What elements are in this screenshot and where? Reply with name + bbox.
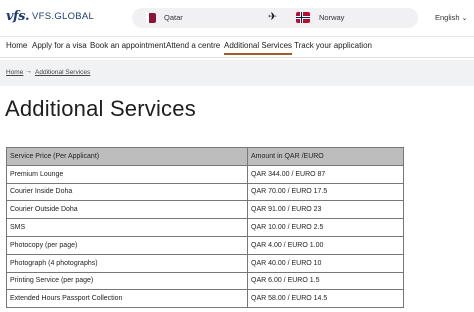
service-amount-cell: QAR 40.00 / EURO 10 [247,253,404,273]
service-amount-cell: QAR 10.00 / EURO 2.5 [247,218,404,237]
service-amount-cell: QAR 4.00 / EURO 1.00 [247,235,404,255]
table-row: Extended Hours Passport Collection QAR 5… [6,289,404,309]
language-selector[interactable]: English ⌄ [430,9,470,27]
service-amount-cell: QAR 91.00 / EURO 23 [247,200,404,220]
logo-text: VFS.GLOBAL [32,11,95,22]
nav-track-your-application[interactable]: Track your application [294,41,372,50]
logo-mark: vfs. [6,9,30,24]
nav-additional-services[interactable]: Additional Services [224,41,293,55]
service-name-cell: Photocopy (per page) [6,235,248,255]
breadcrumb-current-link[interactable]: Additional Services [35,69,90,76]
service-name-cell: Premium Lounge [6,164,248,184]
chevron-down-icon: ⌄ [461,15,468,22]
table-row: Courier Outside Doha QAR 91.00 / EURO 23 [6,200,404,220]
norway-flag-icon [296,12,310,23]
service-name-cell: SMS [6,218,248,237]
table-row: Photocopy (per page) QAR 4.00 / EURO 1.0… [6,235,404,255]
service-amount-cell: QAR 70.00 / EURO 17.5 [247,182,404,202]
breadcrumb: Home → Additional Services [0,60,474,86]
table-row: Printing Service (per page) QAR 6.00 / E… [6,271,404,291]
airplane-icon: ✈ [268,11,278,23]
service-name-cell: Extended Hours Passport Collection [6,289,248,309]
route-selector[interactable]: Qatar ✈ Norway [132,8,418,28]
table-header-row: Service Price (Per Applicant) Amount in … [6,147,404,166]
nav-attend-a-centre[interactable]: Attend a centre [166,41,220,50]
service-name-cell: Printing Service (per page) [6,271,248,291]
table-row: SMS QAR 10.00 / EURO 2.5 [6,218,404,237]
column-header-amount: Amount in QAR /EURO [247,147,404,166]
nav-apply-for-a-visa[interactable]: Apply for a visa [32,41,87,50]
nav-home[interactable]: Home [6,41,27,50]
service-name-cell: Photograph (4 photographs) [6,253,248,273]
vfs-global-logo[interactable]: vfs. VFS.GLOBAL [6,9,94,24]
destination-country: Norway [319,13,345,22]
breadcrumb-home-link[interactable]: Home [6,69,23,76]
language-label: English [435,13,460,22]
main-navigation: Home Apply for a visa Book an appointmen… [0,36,474,58]
service-amount-cell: QAR 6.00 / EURO 1.5 [247,271,404,291]
arrow-right-icon: → [25,68,32,75]
services-price-table: Service Price (Per Applicant) Amount in … [6,147,404,309]
service-name-cell: Courier Inside Doha [6,182,248,202]
column-header-service: Service Price (Per Applicant) [6,147,248,166]
top-bar: vfs. VFS.GLOBAL Qatar ✈ Norway English ⌄ [0,0,474,36]
table-row: Photograph (4 photographs) QAR 40.00 / E… [6,253,404,273]
service-amount-cell: QAR 344.00 / EURO 87 [247,164,404,184]
qatar-flag-icon [146,13,156,23]
nav-book-an-appointment[interactable]: Book an appointment [90,41,166,50]
origin-country: Qatar [164,13,183,22]
page-title: Additional Services [5,96,196,121]
service-amount-cell: QAR 58.00 / EURO 14.5 [247,289,404,309]
service-name-cell: Courier Outside Doha [6,200,248,220]
table-row: Premium Lounge QAR 344.00 / EURO 87 [6,164,404,184]
table-row: Courier Inside Doha QAR 70.00 / EURO 17.… [6,182,404,202]
